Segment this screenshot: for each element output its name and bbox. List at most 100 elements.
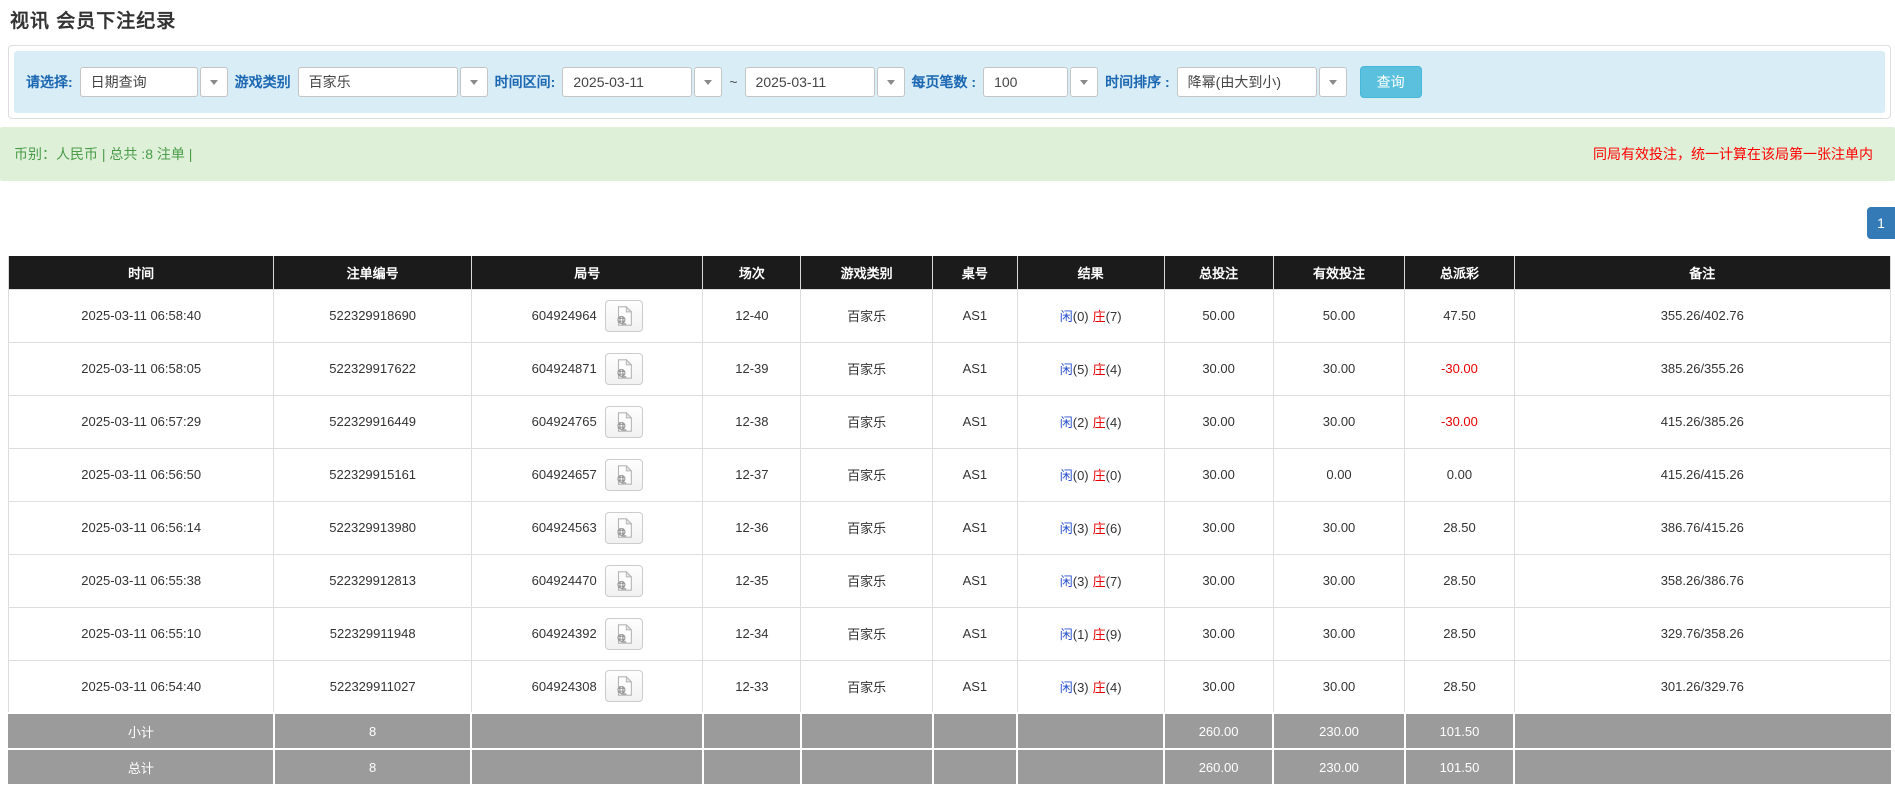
- cell-session: 12-40: [702, 288, 802, 343]
- date-from-select[interactable]: 2025-03-11: [562, 67, 723, 97]
- player-result: 闲(3): [1059, 521, 1089, 536]
- table-row: 2025-03-11 06:56:14 522329913980 604924563…: [7, 500, 1892, 555]
- pagination: 1: [0, 207, 1895, 239]
- chevron-down-icon[interactable]: [1070, 67, 1099, 97]
- cell-total-bet[interactable]: 30.00: [1163, 553, 1274, 608]
- per-page-label: 每页笔数 :: [911, 74, 977, 90]
- table-row: 2025-03-11 06:58:40 522329918690 604924964…: [7, 288, 1892, 343]
- chevron-down-icon[interactable]: [199, 67, 228, 97]
- cell-remark: 329.76/358.26: [1513, 606, 1892, 661]
- total-payout: 101.50: [1403, 748, 1516, 786]
- cell-total-bet[interactable]: 30.00: [1163, 659, 1274, 714]
- banker-result: 庄(9): [1092, 627, 1122, 642]
- cell-bet-id: 522329915161: [273, 447, 472, 502]
- page-title: 视讯 会员下注纪录: [10, 11, 177, 32]
- video-replay-button[interactable]: [604, 670, 643, 703]
- cell-total-bet[interactable]: 30.00: [1163, 394, 1274, 449]
- cell-payout: 0.00: [1404, 447, 1515, 502]
- cell-table-no: AS1: [932, 341, 1018, 396]
- cell-total-bet[interactable]: 50.00: [1163, 288, 1274, 343]
- time-sort-select[interactable]: 降幂(由大到小): [1176, 67, 1347, 97]
- header-valid-bet: 有效投注: [1272, 256, 1406, 289]
- cell-valid-bet: 0.00: [1272, 447, 1406, 502]
- video-replay-button[interactable]: [604, 511, 643, 544]
- time-range-label: 时间区间:: [494, 74, 556, 90]
- total-total-bet: 260.00: [1163, 748, 1275, 786]
- cell-payout: -30.00: [1404, 394, 1515, 449]
- video-replay-button[interactable]: [604, 617, 643, 650]
- cell-valid-bet: 30.00: [1272, 659, 1406, 714]
- empty-cell: [701, 712, 802, 750]
- cell-total-bet[interactable]: 30.00: [1163, 606, 1274, 661]
- film-file-icon: [617, 464, 633, 485]
- cell-total-bet[interactable]: 30.00: [1163, 341, 1274, 396]
- video-replay-button[interactable]: [604, 405, 643, 438]
- chevron-down-icon[interactable]: [694, 67, 723, 97]
- table-row: 2025-03-11 06:55:10 522329911948 604924392…: [7, 606, 1892, 661]
- cell-game-type: 百家乐: [800, 606, 934, 661]
- header-bet-id: 注单编号: [273, 256, 472, 289]
- cell-table-no: AS1: [932, 553, 1018, 608]
- empty-cell: [470, 712, 704, 750]
- empty-cell: [1016, 748, 1166, 786]
- page-1-button[interactable]: 1: [1867, 207, 1895, 239]
- table-row: 2025-03-11 06:54:40 522329911027 604924308…: [7, 659, 1892, 714]
- cell-valid-bet: 30.00: [1272, 553, 1406, 608]
- cell-remark: 415.26/385.26: [1513, 394, 1892, 449]
- empty-cell: [931, 712, 1019, 750]
- cell-total-bet[interactable]: 30.00: [1163, 447, 1274, 502]
- chevron-down-icon[interactable]: [876, 67, 905, 97]
- player-result: 闲(0): [1059, 468, 1089, 483]
- table-row: 2025-03-11 06:57:29 522329916449 604924765…: [7, 394, 1892, 449]
- cell-valid-bet: 50.00: [1272, 288, 1406, 343]
- cell-result: 闲(0) 庄(0): [1016, 447, 1165, 502]
- subtotal-total-bet: 260.00: [1163, 712, 1275, 750]
- per-page-select[interactable]: 100: [983, 67, 1099, 97]
- video-replay-button[interactable]: [604, 458, 643, 491]
- game-type-select[interactable]: 百家乐: [297, 67, 488, 97]
- cell-table-no: AS1: [932, 447, 1018, 502]
- subtotal-payout: 101.50: [1403, 712, 1516, 750]
- cell-session: 12-36: [702, 500, 802, 555]
- cell-result: 闲(3) 庄(4): [1016, 659, 1165, 714]
- search-button[interactable]: 查询: [1359, 66, 1422, 98]
- round-number: 604924308: [531, 678, 597, 694]
- query-type-select[interactable]: 日期查询: [79, 67, 228, 97]
- per-page-value: 100: [983, 67, 1069, 97]
- film-file-icon: [617, 570, 633, 591]
- cell-table-no: AS1: [932, 500, 1018, 555]
- cell-round-no: 604924657: [470, 447, 704, 502]
- cell-table-no: AS1: [932, 394, 1018, 449]
- round-number: 604924657: [531, 467, 597, 482]
- banker-result: 庄(7): [1092, 574, 1122, 589]
- player-result: 闲(3): [1059, 574, 1089, 589]
- cell-round-no: 604924871: [470, 341, 704, 396]
- empty-cell: [931, 748, 1019, 786]
- cell-total-bet[interactable]: 30.00: [1163, 500, 1274, 555]
- cell-session: 12-38: [702, 394, 802, 449]
- cell-bet-id: 522329912813: [273, 553, 472, 608]
- banker-result: 庄(0): [1092, 468, 1122, 483]
- cell-time: 2025-03-11 06:58:05: [7, 341, 275, 396]
- video-replay-button[interactable]: [604, 352, 643, 385]
- player-result: 闲(1): [1059, 627, 1089, 642]
- header-round-no: 局号: [470, 256, 704, 289]
- video-replay-button[interactable]: [604, 564, 643, 597]
- round-number: 604924470: [531, 573, 597, 588]
- date-to-select[interactable]: 2025-03-11: [744, 67, 905, 97]
- cell-time: 2025-03-11 06:57:29: [7, 394, 275, 449]
- round-number: 604924871: [531, 361, 597, 376]
- chevron-down-icon[interactable]: [1318, 67, 1347, 97]
- cell-table-no: AS1: [932, 606, 1018, 661]
- header-game-type: 游戏类别: [800, 256, 934, 289]
- player-result: 闲(0): [1059, 309, 1089, 324]
- cell-remark: 301.26/329.76: [1513, 659, 1892, 714]
- video-replay-button[interactable]: [604, 299, 643, 332]
- cell-bet-id: 522329911027: [273, 659, 472, 714]
- same-round-notice: 同局有效投注，统一计算在该局第一张注单内: [1593, 146, 1873, 162]
- cell-payout: 28.50: [1404, 659, 1515, 714]
- empty-cell: [1016, 712, 1166, 750]
- chevron-down-icon[interactable]: [459, 67, 488, 97]
- subtotal-row: 小计 8 260.00 230.00 101.50: [7, 712, 1892, 750]
- date-from-value: 2025-03-11: [562, 67, 693, 97]
